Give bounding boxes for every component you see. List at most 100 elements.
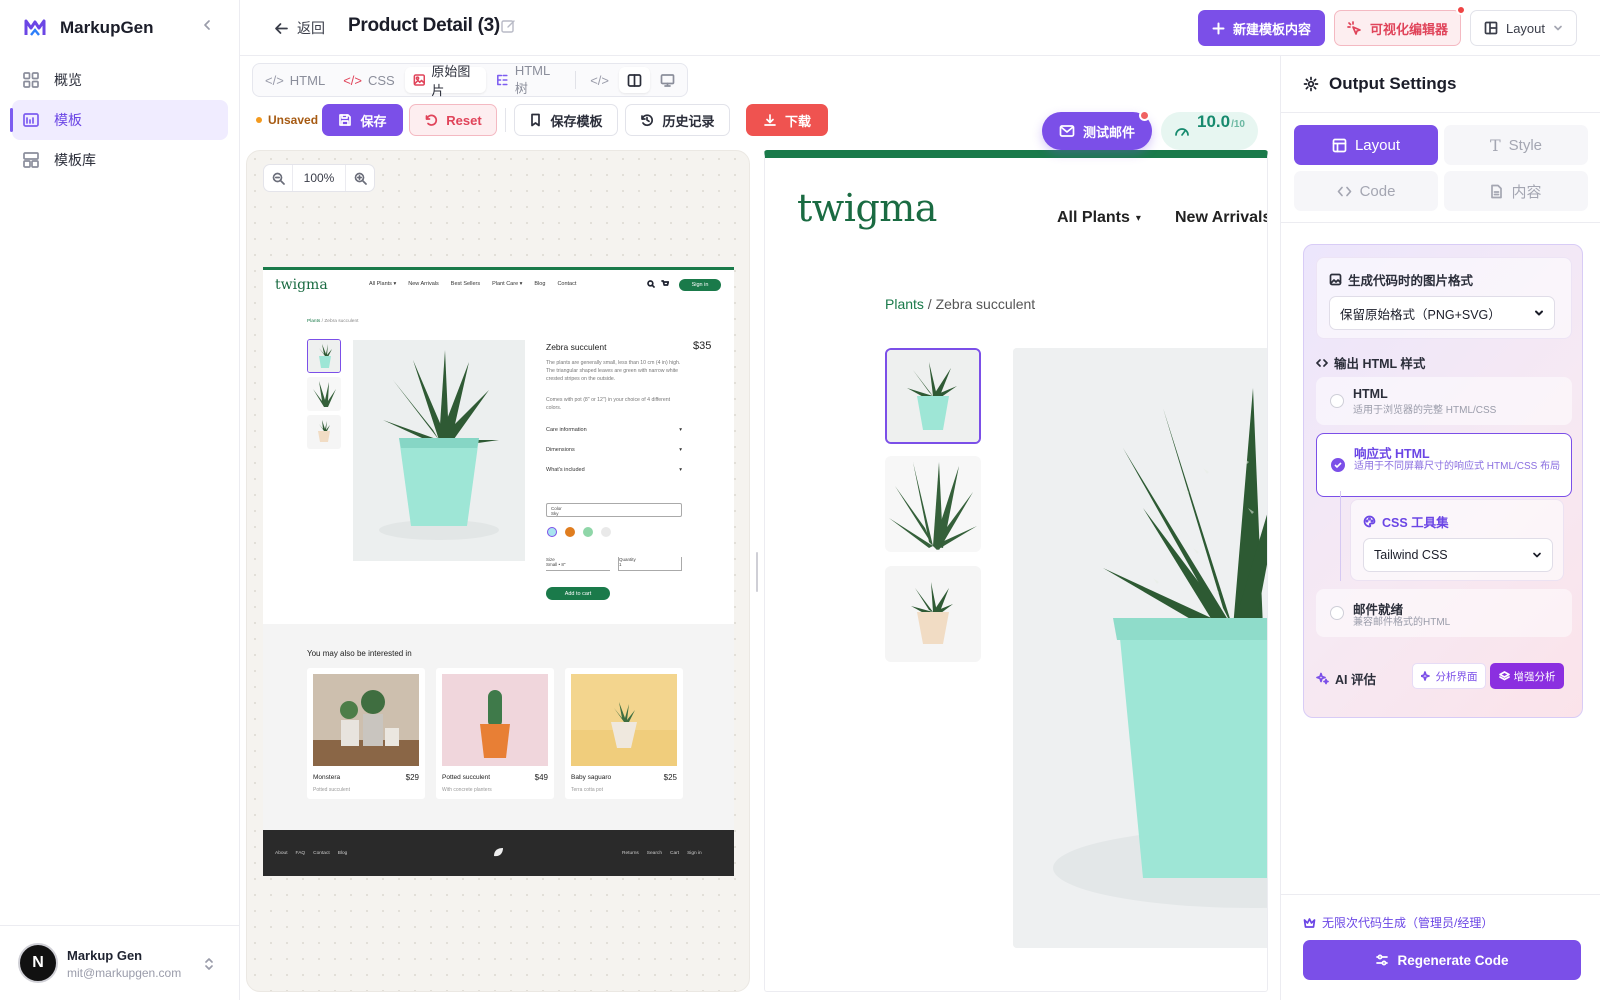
caret-down-icon: ▾ (1135, 212, 1141, 224)
option-desc: 适用于浏览器的完整 HTML/CSS (1353, 405, 1497, 416)
mini-swatch (547, 527, 557, 537)
reset-button[interactable]: Reset (409, 104, 497, 136)
image-format-select[interactable]: 保留原始格式（PNG+SVG） (1329, 296, 1555, 330)
css-toolkit-select[interactable]: Tailwind CSS (1363, 538, 1553, 572)
save-template-label: 保存模板 (550, 113, 603, 129)
preview-thumb[interactable] (885, 456, 981, 552)
mini-card-name: Potted succulent (442, 774, 491, 781)
view-split-button[interactable] (618, 67, 650, 93)
download-icon (764, 114, 776, 126)
visual-editor-button[interactable]: 可视化编辑器 (1334, 5, 1466, 46)
reset-label: Reset (446, 112, 482, 128)
radio-button[interactable] (1330, 394, 1344, 408)
preview-nav-all-plants[interactable]: All Plants ▾ (1057, 209, 1141, 227)
history-button[interactable]: 历史记录 (625, 104, 730, 136)
brand-row[interactable]: MarkupGen (24, 16, 154, 40)
download-button[interactable]: 下载 (746, 104, 828, 136)
tab-layout[interactable]: Layout (1294, 125, 1438, 165)
sidebar-item-template-library[interactable]: 模板库 (12, 140, 228, 180)
mini-product-card: Monstera $29 Potted succulent (307, 668, 425, 799)
preview-nav-new-arrivals[interactable]: New Arrivals (1175, 209, 1267, 227)
mini-nav-item: Blog (534, 281, 546, 287)
mini-swatch (601, 527, 611, 537)
edit-title-icon[interactable] (500, 18, 516, 34)
layout-icon (1332, 138, 1347, 152)
monitor-icon (660, 73, 675, 87)
back-button[interactable]: 返回 (274, 18, 325, 38)
tab-html-tree[interactable]: HTML 树 (488, 63, 569, 96)
mini-breadcrumb-rest: / Zebra succulent (320, 319, 359, 324)
resize-handle[interactable] (756, 552, 758, 592)
image-format-label: 生成代码时的图片格式 (1329, 270, 1473, 289)
split-view-icon (627, 73, 642, 87)
view-preview-button[interactable] (652, 67, 683, 93)
quality-score-badge[interactable]: 10.0 /10 (1161, 112, 1258, 150)
tab-label: HTML (289, 72, 326, 88)
preview-logo[interactable]: twigma (797, 186, 937, 230)
live-preview[interactable]: twigma All Plants ▾ New Arrivals Plants … (764, 150, 1268, 992)
mini-related-title: You may also be interested in (307, 649, 412, 658)
option-responsive-html[interactable]: 响应式 HTML 适用于不同屏幕尺寸的响应式 HTML/CSS 布局 (1316, 433, 1572, 497)
chevron-updown-icon[interactable] (203, 956, 215, 972)
mini-chevron-icon: ▾ (679, 427, 682, 433)
tab-content[interactable]: 内容 (1444, 171, 1588, 211)
history-icon (641, 114, 654, 127)
save-button[interactable]: 保存 (322, 104, 403, 136)
mini-footer-link: Blog (337, 851, 348, 856)
user-menu[interactable]: N Markup Gen mit@markupgen.com (0, 925, 240, 1000)
gear-icon (1303, 76, 1319, 92)
tab-label: Style (1508, 136, 1543, 154)
mini-card-image (313, 674, 419, 766)
sidebar-item-overview[interactable]: 概览 (12, 60, 228, 100)
tab-divider (575, 71, 577, 89)
collapse-sidebar-icon[interactable] (200, 18, 214, 32)
analyze-ui-button[interactable]: 分析界面 (1412, 663, 1486, 689)
mini-footer-link: About (275, 851, 288, 856)
mini-swatch (565, 527, 575, 537)
mini-accordion-label: Care information (546, 427, 587, 433)
mini-qty-field: Quantity 1 (618, 557, 682, 571)
mini-nav: All Plants ▾ New Arrivals Best Sellers P… (369, 281, 576, 287)
tab-original-image[interactable]: 原始图片 (404, 64, 487, 98)
radio-button-checked[interactable] (1331, 458, 1345, 472)
mini-chevron-icon: ▾ (679, 447, 682, 453)
preview-breadcrumb-rest: / Zebra succulent (923, 296, 1036, 312)
tab-html[interactable]: </> HTML (257, 67, 333, 93)
mini-card-name: Baby saguaro (571, 774, 612, 781)
mini-main-image (353, 340, 525, 561)
preview-thumb[interactable] (885, 348, 981, 444)
mini-footer-link: Returns (622, 851, 639, 856)
tab-code[interactable]: Code (1294, 171, 1438, 211)
radio-button[interactable] (1330, 606, 1344, 620)
sidebar: MarkupGen 概览 模板 模板库 N Markup Gen mit@mar… (0, 0, 240, 1000)
mini-footer-link: Cart (670, 851, 680, 856)
preview-breadcrumb-link[interactable]: Plants (885, 296, 924, 312)
sidebar-item-templates[interactable]: 模板 (10, 100, 228, 140)
page-title: Product Detail (3) (348, 15, 500, 36)
mini-nav-item: Best Sellers (450, 281, 481, 287)
unlimited-notice: 无限次代码生成（管理员/经理） (1303, 914, 1493, 931)
option-html[interactable]: HTML 适用于浏览器的完整 HTML/CSS (1316, 377, 1572, 425)
zoom-level: 100% (292, 165, 346, 191)
enhanced-analysis-button[interactable]: 增强分析 (1490, 663, 1564, 689)
mini-product-name: Zebra succulent (546, 342, 607, 352)
file-text-icon (1491, 184, 1503, 198)
mini-related-section: You may also be interested in Monstera $… (263, 624, 734, 830)
new-template-button[interactable]: 新建模板内容 (1198, 10, 1325, 46)
zoom-out-button[interactable] (264, 165, 292, 191)
save-template-button[interactable]: 保存模板 (514, 104, 618, 136)
layout-label: Layout (1505, 20, 1546, 36)
tab-css[interactable]: </> CSS (335, 67, 403, 93)
mini-add-to-cart: Add to cart (546, 587, 610, 600)
regenerate-code-button[interactable]: Regenerate Code (1303, 940, 1581, 980)
zoom-in-button[interactable] (346, 165, 374, 191)
test-email-button[interactable]: 测试邮件 (1042, 110, 1152, 150)
mini-card-image (571, 674, 677, 766)
option-email-ready[interactable]: 邮件就绪 兼容邮件格式的HTML (1316, 589, 1572, 637)
check-icon (1334, 462, 1342, 469)
tab-style[interactable]: T Style (1444, 125, 1588, 165)
view-code-button[interactable]: </> (582, 67, 617, 93)
layout-dropdown[interactable]: Layout (1470, 10, 1577, 46)
image-settings-icon (1329, 273, 1342, 286)
preview-thumb[interactable] (885, 566, 981, 662)
